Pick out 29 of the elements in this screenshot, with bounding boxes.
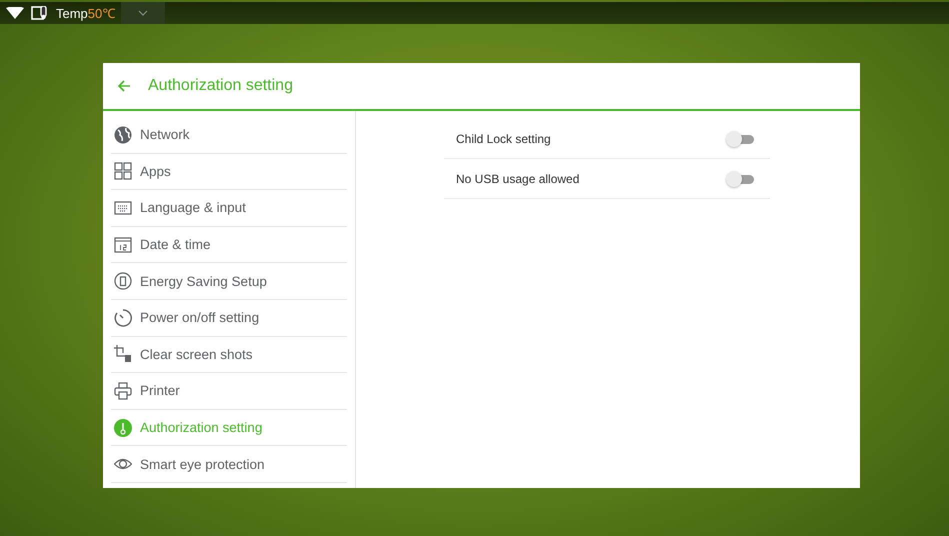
globe-icon [114, 126, 132, 144]
key-icon [114, 418, 132, 437]
caret-icon [138, 10, 148, 16]
wifi-icon [6, 7, 24, 19]
sidebar-item[interactable]: Network [111, 117, 347, 154]
temperature-value: 50℃ [88, 5, 116, 22]
battery-icon [114, 272, 132, 290]
sidebar-item[interactable]: Apps [111, 154, 347, 190]
timer-icon [114, 308, 132, 327]
sidebar-item[interactable]: Clear screen shots [111, 336, 347, 374]
keyboard-icon [114, 198, 132, 217]
grid-icon [114, 162, 132, 180]
sidebar-item[interactable]: Power on/off setting [111, 300, 347, 337]
page-title: Authorization setting [148, 77, 293, 95]
back-arrow-icon[interactable] [118, 80, 131, 92]
printer-icon [114, 382, 132, 400]
toggle-switch[interactable] [726, 130, 754, 146]
toggle-switch[interactable] [726, 170, 754, 186]
setting-label: No USB usage allowed [456, 172, 580, 186]
sidebar-item[interactable]: Printer [111, 373, 347, 410]
setting-label: Child Lock setting [456, 132, 551, 146]
sidebar-item[interactable]: Language & input [111, 190, 347, 227]
thermometer-icon [31, 6, 49, 20]
sidebar-item[interactable]: Date & time [111, 226, 347, 264]
calendar-icon [114, 236, 132, 254]
sidebar-item[interactable]: Smart eye protection [111, 446, 347, 483]
crop-trash-icon [114, 345, 132, 364]
temperature-label: Temp [56, 6, 88, 20]
sidebar-item[interactable]: Energy Saving Setup [111, 263, 347, 300]
